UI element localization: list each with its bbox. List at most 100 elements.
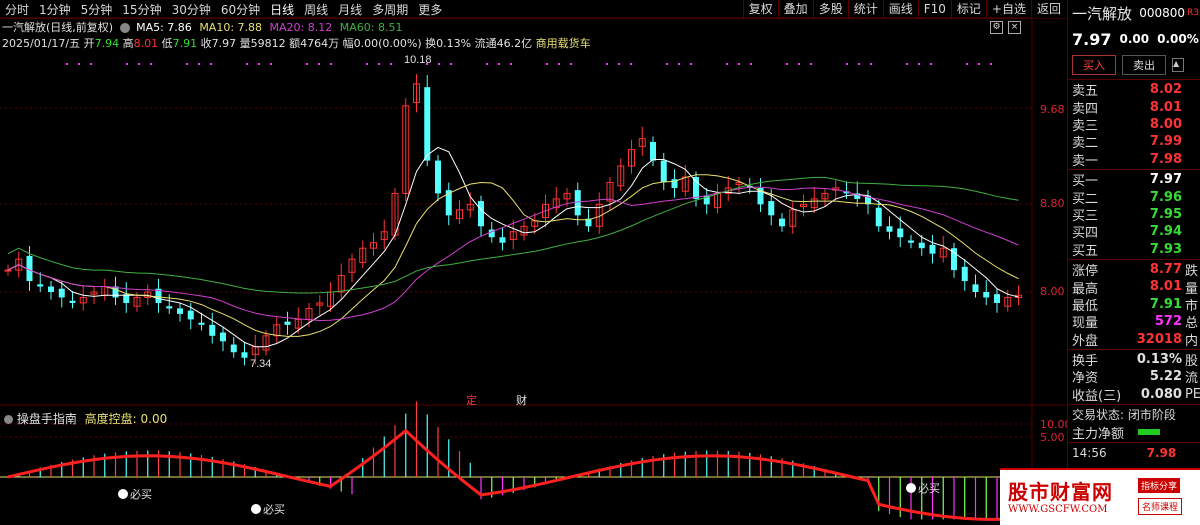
book-level-label: 卖一: [1072, 153, 1099, 169]
book-level-label: 买二: [1072, 191, 1099, 207]
book-row[interactable]: 买三 7.95: [1068, 206, 1200, 224]
book-level-label: 买三: [1072, 208, 1099, 224]
event-marker: [786, 63, 788, 65]
event-marker: [366, 63, 368, 65]
event-marker: [498, 63, 500, 65]
stat-tail: PE: [1184, 386, 1200, 402]
stat-row: 涨停 8.77 跌: [1068, 261, 1200, 279]
event-marker: [798, 63, 800, 65]
tick-price: 7.98: [1146, 445, 1177, 460]
candle-body: [918, 242, 925, 249]
event-marker: [606, 63, 608, 65]
book-price: 7.93: [1149, 241, 1182, 257]
indicator-title[interactable]: 操盘手指南: [17, 412, 77, 426]
buy-signal-label: 必买: [263, 503, 285, 516]
book-row[interactable]: 买四 7.94: [1068, 223, 1200, 242]
tick-time: 14:56: [1072, 445, 1107, 460]
candle-body: [897, 228, 904, 238]
event-marker: [126, 63, 128, 65]
candle-body: [660, 160, 667, 183]
event-marker: [918, 63, 920, 65]
candle-body: [994, 294, 1000, 303]
stat-label: 最低: [1072, 298, 1099, 314]
book-row[interactable]: 卖一 7.98: [1068, 151, 1200, 169]
book-row[interactable]: 卖二 7.99: [1068, 133, 1200, 151]
book-price: 8.00: [1149, 116, 1182, 132]
book-level-label: 卖四: [1072, 101, 1099, 117]
book-row[interactable]: 买二 7.96: [1068, 188, 1200, 207]
event-marker: [510, 63, 512, 65]
buy-button[interactable]: 买入: [1072, 55, 1116, 75]
buy-signal-icon: [906, 483, 916, 493]
book-row[interactable]: 买五 7.93: [1068, 241, 1200, 259]
event-marker: [870, 63, 872, 65]
book-price: 7.98: [1149, 151, 1182, 167]
stock-header: 一汽解放 000800 R3: [1068, 0, 1200, 26]
price-axis-label: 8.00: [1040, 285, 1065, 298]
book-level-label: 买四: [1072, 226, 1099, 242]
event-marker: [150, 63, 152, 65]
candle-body: [241, 352, 248, 358]
stats-list-2: 换手 0.13% 股净资 5.22 流收益(三) 0.080 PE: [1068, 351, 1200, 404]
last-price: 7.97: [1072, 29, 1112, 49]
book-row[interactable]: 卖五 8.02: [1068, 81, 1200, 99]
logo-text: 股市财富网: [1008, 480, 1113, 504]
stat-tail: 流: [1185, 371, 1199, 387]
buy-signal-label: 必买: [918, 482, 940, 495]
book-row[interactable]: 买一 7.97: [1068, 171, 1200, 189]
book-price: 8.02: [1149, 82, 1182, 98]
stat-row: 最高 8.01 量: [1068, 278, 1200, 296]
event-marker: [246, 63, 248, 65]
stat-label: 外盘: [1072, 333, 1099, 349]
event-marker: [810, 63, 812, 65]
candle-body: [929, 244, 936, 254]
stat-row: 现量 572 总: [1068, 313, 1200, 332]
event-marker: [198, 63, 200, 65]
stat-tail: 市: [1185, 298, 1199, 314]
logo-url: WWW.GSCFW.COM: [1008, 504, 1108, 515]
event-marker: [978, 63, 980, 65]
stat-label: 现量: [1072, 316, 1099, 332]
indicator-settings-icon[interactable]: [4, 415, 13, 424]
candle-body: [230, 344, 237, 353]
candle-body: [875, 207, 882, 227]
book-price: 7.94: [1149, 224, 1182, 240]
candle-body: [26, 255, 33, 282]
event-marker: [78, 63, 80, 65]
event-marker: [546, 63, 548, 65]
candle-body: [177, 308, 183, 314]
stat-label: 净资: [1072, 371, 1099, 387]
book-row[interactable]: 卖三 8.00: [1068, 116, 1200, 134]
stat-label: 收益(三): [1072, 388, 1122, 404]
stat-row: 外盘 32018 内: [1068, 330, 1200, 349]
buy-signal-label: 必买: [130, 488, 152, 501]
candle-body: [48, 286, 54, 292]
rating-badge: R3: [1187, 8, 1199, 18]
book-row[interactable]: 卖四 8.01: [1068, 98, 1200, 117]
ask-book: 卖五 8.02 卖四 8.01 卖三 8.00 卖二 7.99 卖一 7.98: [1068, 81, 1200, 169]
event-cai-label: 财: [516, 393, 527, 407]
candle-body: [37, 284, 44, 287]
candle-body: [972, 284, 979, 292]
event-marker: [558, 63, 560, 65]
price-change-pct: 0.00%: [1157, 32, 1199, 46]
candle-body: [886, 226, 893, 232]
stat-value: 572: [1154, 314, 1182, 330]
expand-icon[interactable]: ▲: [1172, 58, 1184, 72]
price-change: 0.00: [1119, 32, 1150, 46]
candle-body: [166, 306, 173, 309]
kline-chart[interactable]: 10.187.34定 财必买必买必买: [0, 0, 1066, 523]
event-marker: [750, 63, 752, 65]
trade-status: 交易状态: 闭市阶段: [1072, 408, 1176, 423]
net-flow-bar: [1138, 429, 1161, 436]
event-marker: [630, 63, 632, 65]
candle-body: [435, 160, 441, 194]
event-marker: [306, 63, 308, 65]
candle-body: [650, 141, 656, 161]
event-marker: [258, 63, 260, 65]
book-price: 7.97: [1149, 172, 1182, 188]
sell-button[interactable]: 卖出: [1122, 55, 1166, 75]
candle-body: [220, 332, 226, 342]
event-marker: [186, 63, 188, 65]
logo-tag: 名师课程: [1138, 498, 1183, 515]
